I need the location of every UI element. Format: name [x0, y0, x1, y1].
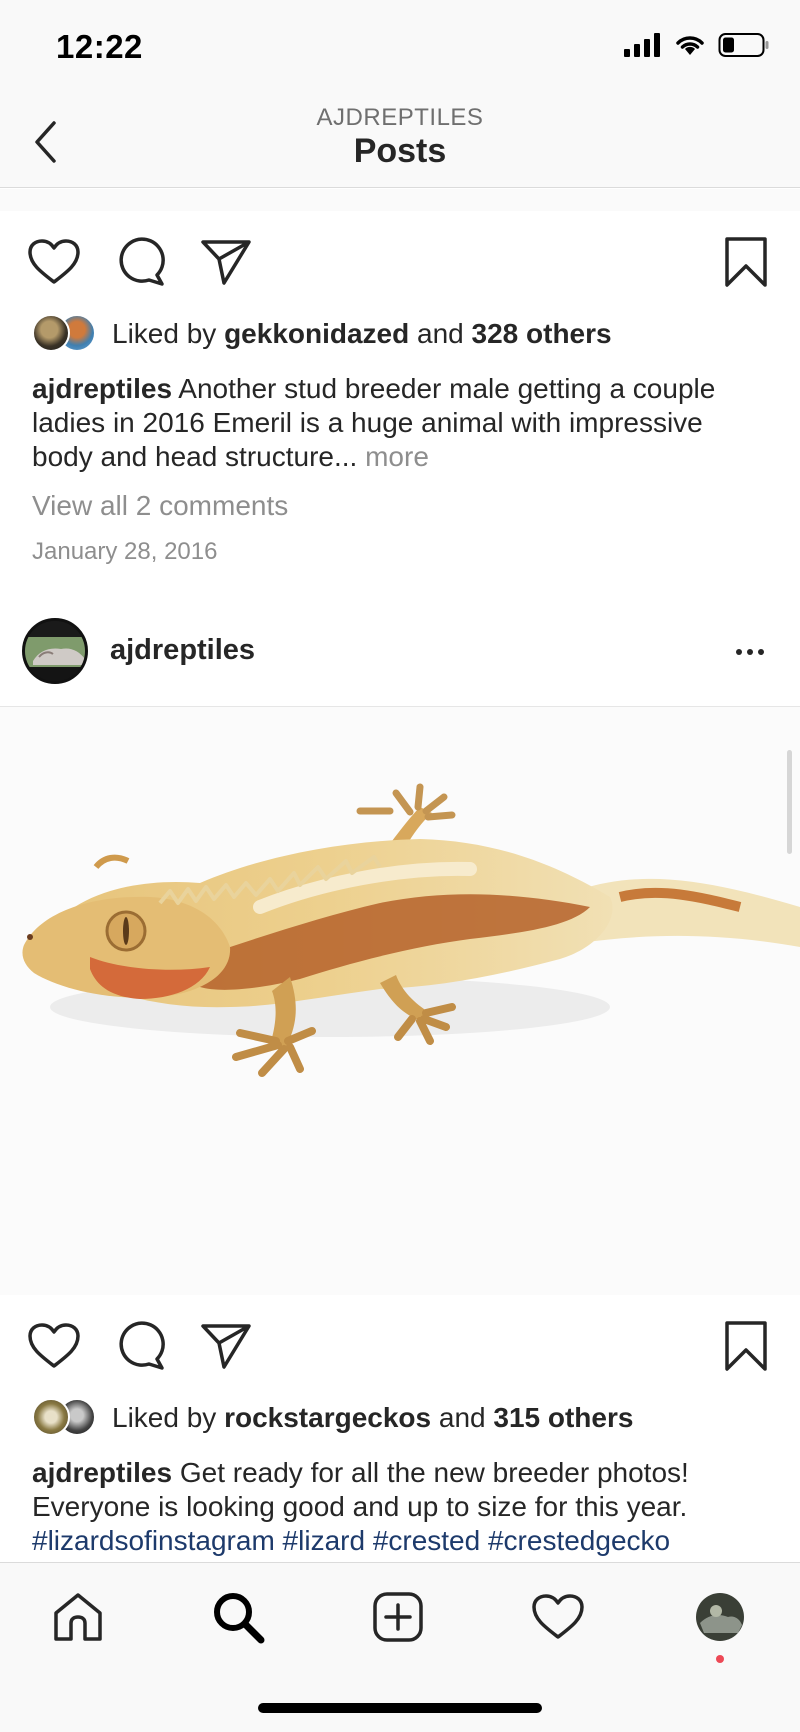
- comment-button[interactable]: [110, 1316, 170, 1376]
- like-button[interactable]: [24, 232, 84, 292]
- caption-more-link[interactable]: more: [357, 441, 429, 472]
- send-icon: [201, 240, 251, 285]
- tab-activity[interactable]: [526, 1585, 590, 1649]
- status-time: 12:22: [56, 28, 143, 65]
- crested-gecko-photo: [22, 783, 800, 1077]
- post-author-avatar[interactable]: [22, 618, 88, 684]
- status-icons: [624, 32, 770, 58]
- liked-by-text: Liked by gekkonidazed and 328 others: [112, 318, 612, 350]
- save-button[interactable]: [716, 1316, 776, 1376]
- liker-avatar: [32, 314, 70, 352]
- liked-prefix: Liked by: [112, 1402, 225, 1433]
- liker-avatar: [32, 1398, 70, 1436]
- more-dot: [736, 649, 742, 655]
- send-icon: [201, 1324, 251, 1369]
- liked-by-user-link[interactable]: gekkonidazed: [224, 318, 409, 349]
- caption-username[interactable]: ajdreptiles: [32, 1457, 172, 1488]
- nav-header: AJDREPTILES Posts: [0, 96, 800, 188]
- profile-avatar: [696, 1593, 744, 1641]
- search-icon: [214, 1593, 265, 1644]
- tab-add-post[interactable]: [366, 1585, 430, 1649]
- like-button[interactable]: [24, 1316, 84, 1376]
- more-options-button[interactable]: [730, 634, 770, 670]
- liked-prefix: Liked by: [112, 318, 225, 349]
- signal-icon: [624, 33, 660, 57]
- caption-username[interactable]: ajdreptiles: [32, 373, 172, 404]
- liked-avatars: [32, 1398, 100, 1438]
- page-title: Posts: [353, 132, 447, 170]
- liked-others-link[interactable]: 328 others: [472, 318, 612, 349]
- more-dot: [758, 649, 764, 655]
- heart-icon: [28, 1323, 80, 1368]
- more-dot: [747, 649, 753, 655]
- home-icon: [54, 1593, 102, 1641]
- avatar-gecko-image: [25, 621, 85, 681]
- heart-icon: [28, 239, 80, 284]
- post2-actions: [0, 1316, 800, 1388]
- caption-hashtags[interactable]: #lizardsofinstagram #lizard #crested #cr…: [32, 1525, 670, 1556]
- comment-icon: [119, 237, 165, 286]
- heart-icon: [532, 1594, 584, 1639]
- comment-button[interactable]: [110, 232, 170, 292]
- post-date: January 28, 2016: [32, 538, 218, 565]
- scroll-indicator: [787, 750, 792, 854]
- view-comments-link[interactable]: View all 2 comments: [32, 490, 288, 522]
- share-button[interactable]: [196, 1316, 256, 1376]
- feed-top-strip: [0, 189, 800, 211]
- bookmark-icon: [725, 1321, 767, 1371]
- liked-by-user-link[interactable]: rockstargeckos: [224, 1402, 431, 1433]
- post-author-username[interactable]: ajdreptiles: [110, 634, 255, 667]
- liked-avatars: [32, 314, 100, 354]
- tab-profile[interactable]: [688, 1585, 752, 1649]
- tab-home[interactable]: [46, 1585, 110, 1649]
- post2-header: ajdreptiles: [0, 612, 800, 707]
- save-button[interactable]: [716, 232, 776, 292]
- share-button[interactable]: [196, 232, 256, 292]
- profile-notification-dot: [716, 1655, 724, 1663]
- liked-others-link[interactable]: 315 others: [493, 1402, 633, 1433]
- header-account-name: AJDREPTILES: [316, 104, 484, 131]
- post1-caption: ajdreptiles Another stud breeder male ge…: [32, 372, 752, 474]
- bottom-tab-bar: [0, 1562, 800, 1732]
- home-indicator: [258, 1703, 542, 1713]
- post1-actions: [0, 232, 800, 304]
- comment-icon: [119, 1321, 165, 1370]
- add-post-icon: [373, 1592, 423, 1642]
- liked-by-text: Liked by rockstargeckos and 315 others: [112, 1402, 633, 1434]
- post2-caption: ajdreptiles Get ready for all the new br…: [32, 1456, 752, 1558]
- battery-icon: [718, 33, 769, 57]
- bookmark-icon: [725, 237, 767, 287]
- post2-liked-by: Liked by rockstargeckos and 315 others: [32, 1398, 633, 1438]
- liked-and: and: [409, 318, 472, 349]
- post-image[interactable]: [0, 707, 800, 1295]
- liked-and: and: [431, 1402, 494, 1433]
- tab-search[interactable]: [206, 1585, 270, 1649]
- status-bar: 12:22: [0, 0, 800, 96]
- post1-liked-by: Liked by gekkonidazed and 328 others: [32, 314, 612, 354]
- wifi-icon: [676, 36, 704, 55]
